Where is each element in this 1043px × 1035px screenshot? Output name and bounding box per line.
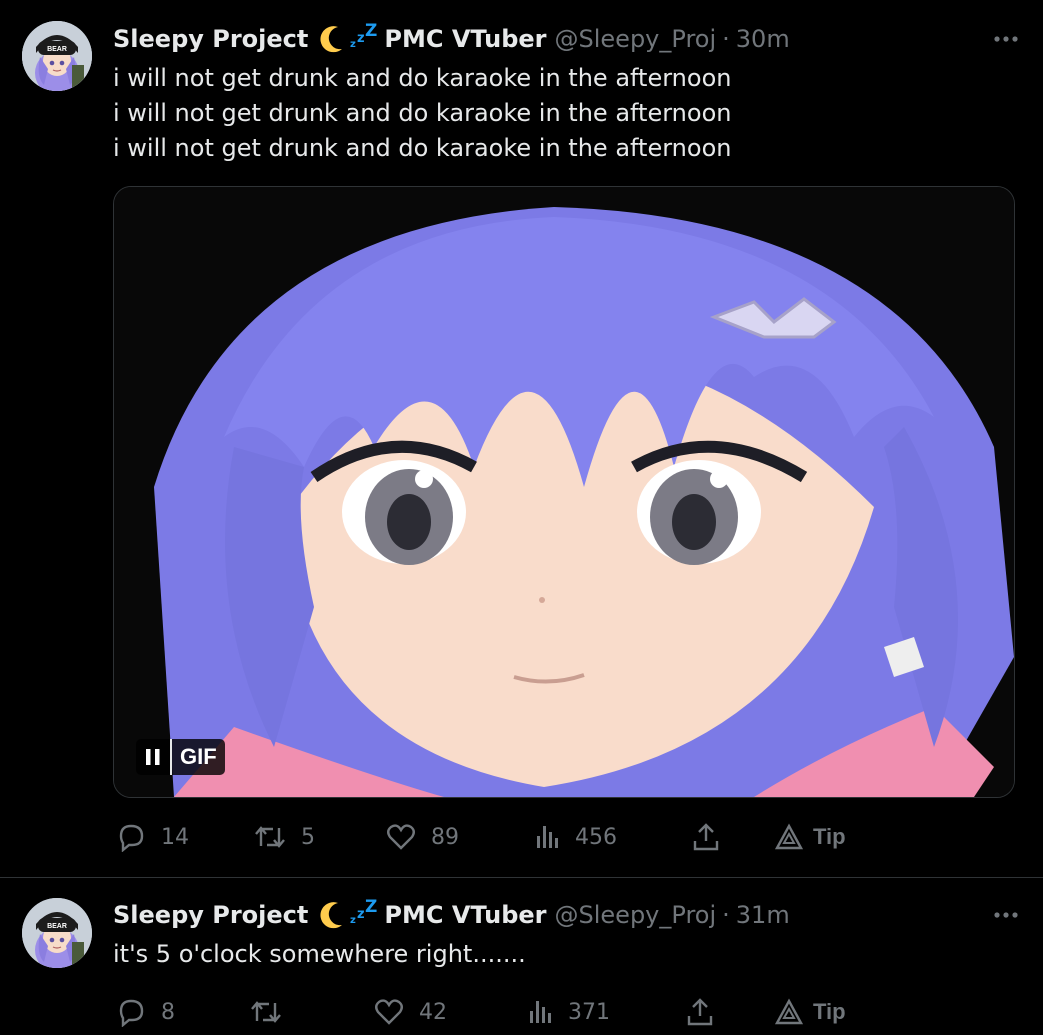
crescent-moon-icon [318, 25, 344, 53]
like-count: 89 [431, 824, 459, 850]
views-count: 371 [568, 999, 610, 1025]
views-button[interactable]: 456 [535, 822, 617, 852]
tweet-line: i will not get drunk and do karaoke in t… [113, 99, 732, 127]
views-chart-icon [537, 826, 558, 848]
svg-text:z: z [357, 907, 365, 922]
heart-icon [375, 999, 403, 1025]
repost-icon [255, 826, 285, 848]
tweet-header: Sleepy Project z z Z PMC VTuber @Sleepy_… [113, 897, 790, 932]
views-chart-icon [530, 1001, 551, 1023]
share-icon [687, 998, 713, 1026]
repost-button[interactable]: 5 [253, 822, 315, 852]
views-button[interactable]: 371 [528, 997, 610, 1027]
author-avatar[interactable]: BEAR [22, 898, 92, 968]
tweet-actions: 8 42 371 Tip [113, 992, 873, 1032]
tip-button[interactable]: Tip [775, 823, 846, 851]
separator-dot: · [722, 25, 730, 53]
svg-text:z: z [350, 39, 356, 50]
gif-frame-image [114, 187, 1014, 797]
repost-count: 5 [301, 824, 315, 850]
tweet-text: it's 5 o'clock somewhere right....... [113, 937, 526, 972]
tweet-1[interactable]: BEAR Sleepy Project z z Z PMC VTuber @Sl… [0, 0, 1043, 878]
reply-icon [119, 999, 144, 1027]
pause-icon[interactable] [136, 739, 172, 775]
author-avatar[interactable]: BEAR [22, 21, 92, 91]
tweet-line: it's 5 o'clock somewhere right....... [113, 940, 526, 968]
tweet-header: Sleepy Project z z Z PMC VTuber @Sleepy_… [113, 21, 790, 56]
avatar-cap-text: BEAR [47, 46, 67, 53]
like-button[interactable]: 89 [385, 822, 459, 852]
more-dots-icon [994, 36, 1018, 42]
zzz-icon: z z Z [350, 897, 380, 932]
repost-button[interactable] [249, 997, 297, 1027]
author-handle[interactable]: @Sleepy_Proj [555, 901, 717, 929]
crescent-moon-icon [318, 901, 344, 929]
reply-button[interactable]: 14 [115, 822, 189, 852]
like-button[interactable]: 42 [373, 997, 447, 1027]
separator-dot: · [722, 901, 730, 929]
svg-text:Z: Z [365, 898, 377, 917]
more-dots-icon [994, 912, 1018, 918]
tweet-actions: 14 5 89 456 Tip [113, 817, 873, 857]
more-options-button[interactable] [991, 900, 1021, 930]
reply-count: 8 [161, 999, 175, 1025]
tweet-text: i will not get drunk and do karaoke in t… [113, 61, 731, 166]
reply-icon [119, 824, 144, 852]
tweet-line: i will not get drunk and do karaoke in t… [113, 134, 732, 162]
tip-label: Tip [813, 824, 846, 849]
share-button[interactable] [691, 821, 721, 853]
tip-icon [775, 823, 803, 850]
tweet-line: i will not get drunk and do karaoke in t… [113, 64, 732, 92]
repost-icon [251, 1001, 281, 1023]
avatar-cap-text: BEAR [47, 923, 67, 930]
zzz-icon: z z Z [350, 21, 380, 56]
author-tag: PMC VTuber [384, 901, 547, 929]
gif-badge[interactable]: GIF [136, 739, 225, 775]
tip-label: Tip [813, 999, 846, 1024]
like-count: 42 [419, 999, 447, 1025]
gif-label: GIF [180, 744, 217, 769]
svg-text:z: z [350, 915, 356, 926]
tip-button[interactable]: Tip [775, 998, 846, 1026]
share-button[interactable] [685, 996, 715, 1028]
share-icon [693, 823, 719, 851]
author-handle[interactable]: @Sleepy_Proj [555, 25, 717, 53]
more-options-button[interactable] [991, 24, 1021, 54]
views-count: 456 [575, 824, 617, 850]
author-name[interactable]: Sleepy Project [113, 901, 308, 929]
tweet-time[interactable]: 31m [736, 901, 790, 929]
tweet-gif-media[interactable]: GIF [113, 186, 1015, 798]
svg-text:z: z [357, 31, 365, 46]
author-tag: PMC VTuber [384, 25, 547, 53]
tip-icon [775, 998, 803, 1025]
author-name[interactable]: Sleepy Project [113, 25, 308, 53]
reply-count: 14 [161, 824, 189, 850]
tweet-time[interactable]: 30m [736, 25, 790, 53]
heart-icon [387, 824, 415, 850]
svg-text:Z: Z [365, 22, 377, 41]
reply-button[interactable]: 8 [115, 997, 175, 1027]
